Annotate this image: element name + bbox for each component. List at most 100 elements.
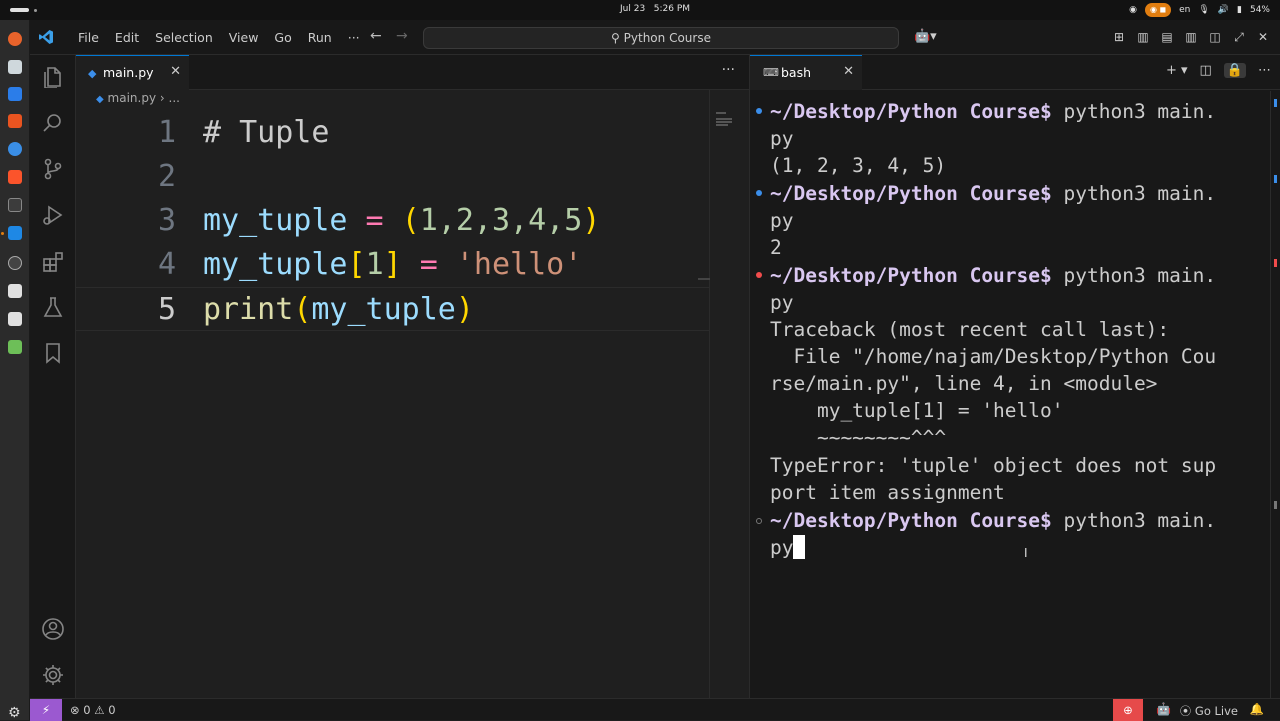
code-line[interactable]: 1 # Tuple bbox=[76, 111, 709, 155]
notifications-bell-icon[interactable]: 🔔 bbox=[1250, 702, 1264, 716]
editor-tab-main-py[interactable]: ◆ main.py ✕ bbox=[76, 55, 189, 90]
system-tray: ◉ ◉ ◼ en 🎙 🔊 ▮ 54% bbox=[1129, 3, 1270, 17]
search-icon: ⚲ bbox=[611, 31, 620, 45]
help-icon[interactable] bbox=[8, 142, 22, 156]
menu-selection[interactable]: Selection bbox=[147, 30, 221, 45]
document-icon-2[interactable] bbox=[8, 312, 22, 326]
line-number: 5 bbox=[157, 292, 176, 327]
toggle-sidebar-icon[interactable]: ▥ bbox=[1136, 30, 1150, 45]
terminal-line: py bbox=[770, 291, 794, 314]
files-app-icon[interactable] bbox=[8, 60, 22, 74]
run-debug-icon[interactable] bbox=[41, 203, 65, 227]
breadcrumb: ◆ main.py › ... bbox=[96, 91, 180, 105]
new-terminal-icon[interactable]: + ▾ bbox=[1166, 63, 1188, 78]
mouse-ibeam-cursor: I bbox=[1024, 546, 1028, 560]
battery-percent: 54% bbox=[1249, 5, 1270, 15]
warning-icon: ⚠ bbox=[94, 703, 105, 717]
firefox-icon[interactable] bbox=[8, 32, 22, 46]
code-line[interactable]: 3 my_tuple = (1,2,3,4,5) bbox=[76, 199, 709, 243]
copilot-icon[interactable]: 🤖▾ bbox=[914, 29, 937, 44]
software-icon[interactable] bbox=[8, 87, 22, 101]
broadcast-icon: ⦿ bbox=[1179, 704, 1192, 718]
terminal-more-icon[interactable]: ⋯ bbox=[1258, 63, 1271, 78]
terminal-line: ~~~~~~~~^^^ bbox=[770, 426, 947, 449]
screen-record-indicator[interactable]: ◉ ◼ bbox=[1144, 3, 1172, 17]
menu-bar: File Edit Selection View Go Run ··· bbox=[70, 30, 368, 45]
terminal-line: 2 bbox=[770, 236, 782, 259]
extensions-icon[interactable] bbox=[41, 249, 65, 273]
testing-icon[interactable] bbox=[41, 295, 65, 319]
split-terminal-icon[interactable]: ◫ bbox=[1200, 63, 1212, 78]
go-live-button[interactable]: ⦿ Go Live bbox=[1180, 703, 1238, 719]
command-error-marker[interactable] bbox=[756, 272, 762, 278]
command-success-marker[interactable] bbox=[756, 190, 762, 196]
mic-icon[interactable]: 🎙 bbox=[1198, 5, 1209, 15]
menu-more[interactable]: ··· bbox=[340, 30, 368, 45]
minimap[interactable] bbox=[698, 90, 749, 698]
close-terminal-tab-icon[interactable]: ✕ bbox=[843, 64, 854, 79]
terminal-scrollbar[interactable] bbox=[1270, 91, 1280, 698]
command-center-search[interactable]: ⚲ Python Course bbox=[423, 27, 899, 49]
spreadsheet-icon[interactable] bbox=[8, 340, 22, 354]
terminal-line: python3 main. bbox=[1063, 509, 1217, 532]
menu-go[interactable]: Go bbox=[266, 30, 299, 45]
brave-icon[interactable] bbox=[8, 170, 22, 184]
terminal-line: python3 main. bbox=[1063, 100, 1217, 123]
back-arrow-icon[interactable]: ← bbox=[370, 28, 382, 44]
terminal-prompt: ~/Desktop/Python Course$ bbox=[770, 509, 1052, 532]
terminal-app-icon[interactable] bbox=[8, 198, 22, 212]
system-clock[interactable]: Jul 23 5:26 PM bbox=[620, 4, 690, 14]
terminal-line: TypeError: 'tuple' object does not sup bbox=[770, 454, 1217, 477]
toggle-secondary-sidebar-icon[interactable]: ▥ bbox=[1184, 30, 1198, 45]
terminal-line: port item assignment bbox=[770, 481, 1005, 504]
lock-scroll-icon[interactable]: 🔒 bbox=[1223, 63, 1246, 78]
source-control-icon[interactable] bbox=[41, 157, 65, 181]
editor-more-actions[interactable]: ··· bbox=[722, 62, 735, 78]
terminal-icon: ⌨ bbox=[763, 66, 779, 79]
account-icon[interactable] bbox=[41, 617, 65, 641]
zoom-icon[interactable]: ⊕ bbox=[1113, 699, 1143, 721]
menu-run[interactable]: Run bbox=[300, 30, 340, 45]
copilot-status-icon[interactable]: 🤖 bbox=[1156, 702, 1171, 716]
menu-file[interactable]: File bbox=[70, 30, 107, 45]
vscode-title-bar: File Edit Selection View Go Run ··· ← → … bbox=[30, 20, 1280, 55]
app-center-icon[interactable] bbox=[8, 114, 22, 128]
volume-icon[interactable]: 🔊 bbox=[1218, 5, 1229, 15]
files-icon[interactable] bbox=[41, 65, 65, 89]
layout-customize-icon[interactable]: ⊞ bbox=[1112, 30, 1126, 45]
command-pending-marker[interactable] bbox=[756, 518, 762, 524]
code-line[interactable]: 4 my_tuple[1] = 'hello' bbox=[76, 243, 709, 287]
menu-edit[interactable]: Edit bbox=[107, 30, 147, 45]
show-apps-icon[interactable]: ⚙ bbox=[8, 705, 21, 721]
breadcrumb-file[interactable]: main.py bbox=[108, 91, 157, 105]
chrome-tray-icon[interactable]: ◉ bbox=[1129, 5, 1137, 15]
activities-indicator[interactable] bbox=[10, 8, 29, 12]
bookmark-icon[interactable] bbox=[41, 341, 65, 365]
code-line-current[interactable]: 5 print(my_tuple) bbox=[76, 287, 709, 331]
forward-arrow-icon[interactable]: → bbox=[396, 28, 408, 44]
breadcrumb-symbols[interactable]: ... bbox=[169, 91, 180, 105]
close-tab-icon[interactable]: ✕ bbox=[170, 64, 181, 79]
terminal-line: rse/main.py", line 4, in <module> bbox=[770, 372, 1158, 395]
restore-window-icon[interactable]: ⤢ bbox=[1232, 30, 1246, 45]
split-layout-icon[interactable]: ◫ bbox=[1208, 30, 1222, 45]
vscode-app-icon[interactable] bbox=[8, 226, 22, 240]
terminal-tab-bash[interactable]: ⌨ bash ✕ bbox=[750, 55, 862, 90]
workspace-dot[interactable] bbox=[34, 9, 37, 12]
terminal-line: File "/home/najam/Desktop/Python Cou bbox=[770, 345, 1217, 368]
toggle-panel-icon[interactable]: ▤ bbox=[1160, 30, 1174, 45]
command-success-marker[interactable] bbox=[756, 108, 762, 114]
close-window-icon[interactable]: ✕ bbox=[1256, 30, 1270, 45]
code-text: my_tuple[1] = 'hello' bbox=[203, 247, 583, 282]
menu-view[interactable]: View bbox=[221, 30, 267, 45]
language-indicator[interactable]: en bbox=[1179, 5, 1190, 15]
obs-icon[interactable] bbox=[8, 256, 22, 270]
document-icon[interactable] bbox=[8, 284, 22, 298]
remote-indicator-icon[interactable]: ⚡ bbox=[30, 699, 62, 721]
terminal-prompt: ~/Desktop/Python Course$ bbox=[770, 100, 1052, 123]
search-icon[interactable] bbox=[41, 111, 65, 135]
settings-gear-icon[interactable] bbox=[41, 663, 65, 687]
code-line[interactable]: 2 bbox=[76, 155, 709, 199]
error-count: 0 bbox=[83, 703, 91, 717]
problems-indicator[interactable]: ⊗ 0 ⚠ 0 bbox=[70, 703, 116, 717]
